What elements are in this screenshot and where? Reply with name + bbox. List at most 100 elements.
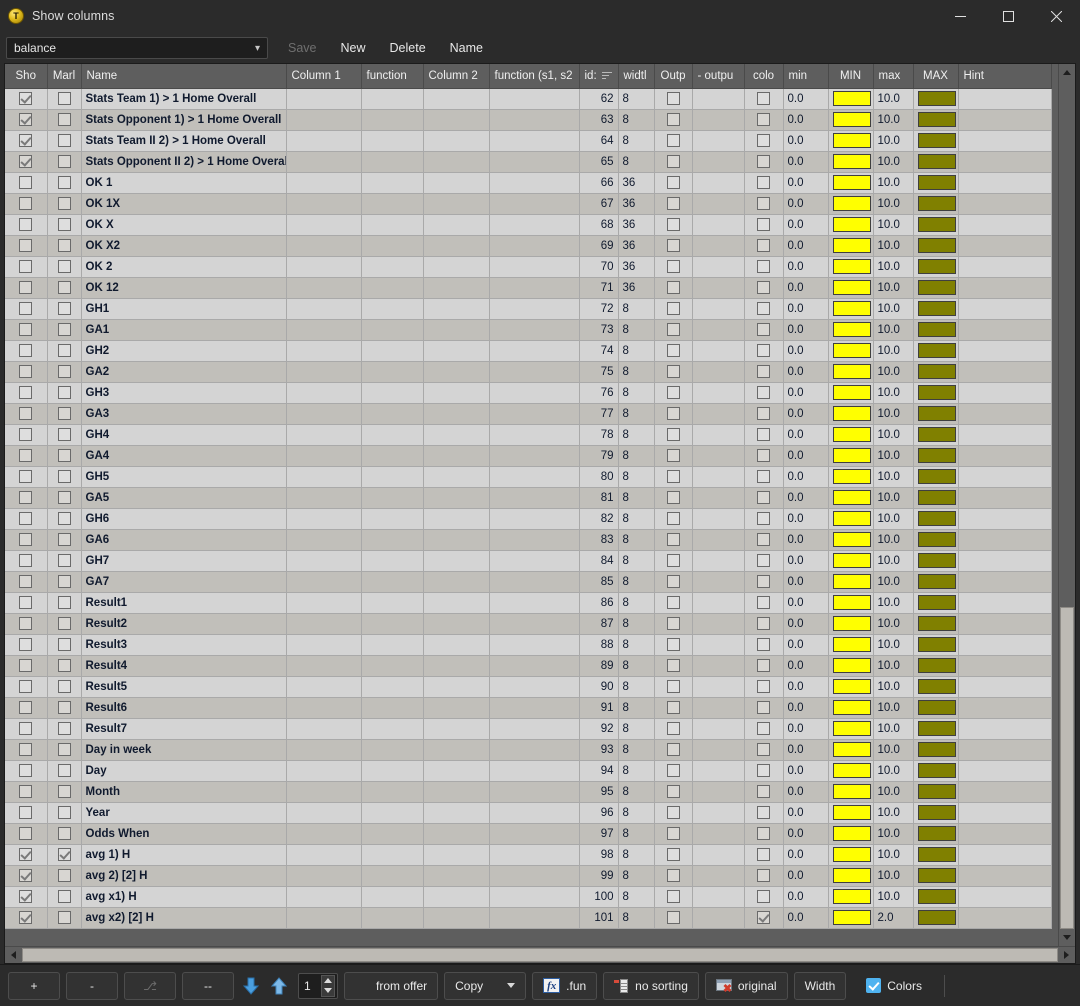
add-row-button[interactable]: +: [8, 972, 60, 1000]
color-swatch-MAX[interactable]: [918, 91, 956, 106]
cell-function2[interactable]: [489, 508, 579, 529]
cell-function1[interactable]: [361, 466, 423, 487]
checkbox-color[interactable]: [757, 386, 770, 399]
cell-MAX[interactable]: [913, 571, 958, 592]
cell-column2[interactable]: [423, 193, 489, 214]
checkbox-color[interactable]: [757, 617, 770, 630]
cell-function2[interactable]: [489, 361, 579, 382]
cell-function1[interactable]: [361, 424, 423, 445]
cell-color[interactable]: [744, 886, 783, 907]
cell-min[interactable]: 0.0: [783, 802, 828, 823]
color-swatch-MIN[interactable]: [833, 637, 871, 652]
cell-max[interactable]: 10.0: [873, 550, 913, 571]
cell-column1[interactable]: [286, 865, 361, 886]
checkbox-show[interactable]: [19, 701, 32, 714]
checkbox-mark[interactable]: [58, 575, 71, 588]
checkbox-show[interactable]: [19, 323, 32, 336]
cell-MIN[interactable]: [828, 466, 873, 487]
cell-min[interactable]: 0.0: [783, 256, 828, 277]
cell-id[interactable]: 67: [579, 193, 618, 214]
cell-max[interactable]: 10.0: [873, 172, 913, 193]
checkbox-output[interactable]: [667, 113, 680, 126]
checkbox-output[interactable]: [667, 638, 680, 651]
color-swatch-MIN[interactable]: [833, 196, 871, 211]
table-row[interactable]: avg x2) [2] H10180.02.0: [5, 907, 1051, 928]
cell-min[interactable]: 0.0: [783, 298, 828, 319]
cell-column2[interactable]: [423, 571, 489, 592]
cell-function2[interactable]: [489, 613, 579, 634]
cell-hint[interactable]: [958, 109, 1051, 130]
cell-negoutput[interactable]: [692, 739, 744, 760]
checkbox-show[interactable]: [19, 764, 32, 777]
cell-id[interactable]: 65: [579, 151, 618, 172]
column-header-output[interactable]: Outp: [654, 64, 692, 88]
cell-function2[interactable]: [489, 172, 579, 193]
cell-function2[interactable]: [489, 529, 579, 550]
checkbox-color[interactable]: [757, 827, 770, 840]
checkbox-color[interactable]: [757, 680, 770, 693]
cell-max[interactable]: 10.0: [873, 193, 913, 214]
cell-min[interactable]: 0.0: [783, 886, 828, 907]
cell-color[interactable]: [744, 760, 783, 781]
color-swatch-MAX[interactable]: [918, 490, 956, 505]
cell-column2[interactable]: [423, 403, 489, 424]
cell-width[interactable]: 36: [618, 235, 654, 256]
cell-show[interactable]: [5, 739, 47, 760]
cell-MAX[interactable]: [913, 172, 958, 193]
cell-MAX[interactable]: [913, 277, 958, 298]
cell-MIN[interactable]: [828, 151, 873, 172]
cell-MIN[interactable]: [828, 508, 873, 529]
cell-function1[interactable]: [361, 571, 423, 592]
color-swatch-MIN[interactable]: [833, 868, 871, 883]
checkbox-mark[interactable]: [58, 386, 71, 399]
cell-negoutput[interactable]: [692, 529, 744, 550]
cell-max[interactable]: 10.0: [873, 655, 913, 676]
remove-row-button[interactable]: -: [66, 972, 118, 1000]
cell-name[interactable]: Stats Team 1) > 1 Home Overall: [81, 88, 286, 109]
color-swatch-MAX[interactable]: [918, 154, 956, 169]
cell-mark[interactable]: [47, 802, 81, 823]
cell-width[interactable]: 8: [618, 508, 654, 529]
cell-MIN[interactable]: [828, 676, 873, 697]
checkbox-color[interactable]: [757, 743, 770, 756]
cell-output[interactable]: [654, 760, 692, 781]
cell-width[interactable]: 8: [618, 445, 654, 466]
table-row[interactable]: OK 1X67360.010.0: [5, 193, 1051, 214]
cell-column2[interactable]: [423, 214, 489, 235]
cell-width[interactable]: 8: [618, 634, 654, 655]
cell-color[interactable]: [744, 592, 783, 613]
cell-hint[interactable]: [958, 235, 1051, 256]
cell-mark[interactable]: [47, 382, 81, 403]
checkbox-output[interactable]: [667, 365, 680, 378]
checkbox-color[interactable]: [757, 134, 770, 147]
cell-show[interactable]: [5, 592, 47, 613]
cell-negoutput[interactable]: [692, 823, 744, 844]
cell-width[interactable]: 36: [618, 277, 654, 298]
column-header-id[interactable]: id:: [579, 64, 618, 88]
cell-hint[interactable]: [958, 277, 1051, 298]
color-swatch-MIN[interactable]: [833, 238, 871, 253]
cell-min[interactable]: 0.0: [783, 277, 828, 298]
cell-output[interactable]: [654, 634, 692, 655]
cell-negoutput[interactable]: [692, 298, 744, 319]
cell-function2[interactable]: [489, 655, 579, 676]
cell-output[interactable]: [654, 109, 692, 130]
color-swatch-MIN[interactable]: [833, 679, 871, 694]
checkbox-show[interactable]: [19, 449, 32, 462]
checkbox-mark[interactable]: [58, 197, 71, 210]
checkbox-output[interactable]: [667, 239, 680, 252]
cell-column2[interactable]: [423, 382, 489, 403]
cell-show[interactable]: [5, 256, 47, 277]
cell-max[interactable]: 10.0: [873, 802, 913, 823]
color-swatch-MIN[interactable]: [833, 700, 871, 715]
checkbox-show[interactable]: [19, 386, 32, 399]
cell-function1[interactable]: [361, 907, 423, 928]
cell-min[interactable]: 0.0: [783, 88, 828, 109]
cell-MAX[interactable]: [913, 655, 958, 676]
cell-id[interactable]: 62: [579, 88, 618, 109]
cell-id[interactable]: 89: [579, 655, 618, 676]
cell-mark[interactable]: [47, 508, 81, 529]
cell-MAX[interactable]: [913, 781, 958, 802]
cell-MAX[interactable]: [913, 424, 958, 445]
cell-MAX[interactable]: [913, 529, 958, 550]
